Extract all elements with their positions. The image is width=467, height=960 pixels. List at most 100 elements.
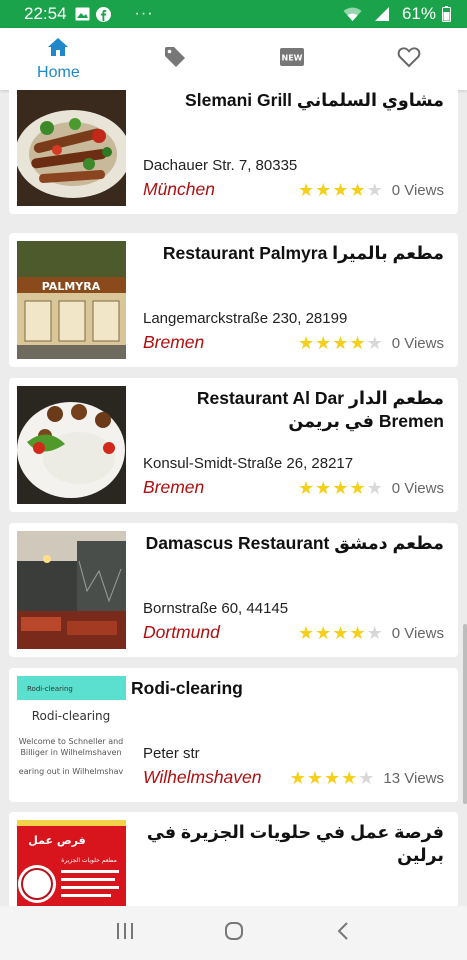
restaurant-title: مطعم بالميرا Restaurant Palmyra (162, 243, 444, 263)
view-count: 0 Views (391, 334, 444, 352)
view-count: 13 Views (383, 769, 444, 787)
restaurant-title: Rodi-clearing (131, 678, 243, 698)
star-icon: ★ (332, 180, 349, 200)
restaurant-address: Bornstraße 60, 44145 (143, 600, 289, 617)
svg-text:فرص عمل: فرص عمل (28, 834, 85, 847)
star-icon: ★ (298, 333, 315, 353)
star-icon: ★ (341, 768, 358, 788)
restaurant-card[interactable]: مطعم الدار Restaurant Al Dar Bremen في ب… (9, 378, 458, 512)
restaurant-address: Dachauer Str. 7, 80335 (143, 157, 298, 174)
facebook-icon (95, 6, 111, 22)
svg-text:Rodi-clearing: Rodi-clearing (32, 709, 111, 723)
battery-percent: 61% (401, 4, 436, 23)
restaurant-list[interactable]: مشاوي السلماني Slemani Grill Dachauer St… (0, 90, 467, 906)
star-icon: ★ (349, 478, 366, 498)
restaurant-card[interactable]: PALMYRA مطعم بالميرا Restaurant Palmyra … (9, 233, 458, 367)
home-nav-button[interactable] (214, 913, 254, 953)
status-bar: 22:54 ··· 61% (0, 0, 467, 28)
star-icon: ★ (349, 623, 366, 643)
restaurant-thumbnail (17, 90, 126, 206)
tab-offers[interactable] (117, 28, 234, 90)
top-tab-bar: Home NEW (0, 28, 467, 90)
star-icon: ★ (349, 180, 366, 200)
restaurant-city: München (143, 179, 215, 199)
restaurant-thumbnail (17, 386, 126, 504)
restaurant-card[interactable]: Rodi-clearing Rodi-clearing Welcome to S… (9, 668, 458, 802)
restaurant-thumbnail: PALMYRA (17, 241, 126, 359)
restaurant-title: فرصة عمل في حلويات الجزيرة في برلين (146, 822, 444, 865)
restaurant-thumbnail: فرص عمل مطعم حلويات الجزيرة (17, 820, 126, 906)
home-icon (47, 37, 69, 62)
star-icon: ★ (315, 623, 332, 643)
restaurant-address: Peter str (143, 745, 200, 762)
svg-text:NEW: NEW (281, 53, 302, 62)
star-icon: ★ (366, 623, 383, 643)
svg-text:مطعم حلويات الجزيرة: مطعم حلويات الجزيرة (61, 857, 117, 864)
rating: ★ ★ ★ ★ ★ 13 Views (290, 769, 444, 787)
restaurant-city: Dortmund (143, 622, 220, 642)
rating: ★ ★ ★ ★ ★ 0 Views (298, 181, 444, 199)
restaurant-city: Bremen (143, 477, 205, 497)
star-icon: ★ (306, 768, 323, 788)
rating: ★ ★ ★ ★ ★ 0 Views (298, 334, 444, 352)
restaurant-title: مطعم دمشق Damascus Restaurant (145, 533, 444, 553)
system-nav-bar (0, 906, 467, 960)
star-icon: ★ (332, 478, 349, 498)
restaurant-thumbnail: Rodi-clearing Rodi-clearing Welcome to S… (17, 676, 126, 794)
recents-icon (115, 922, 135, 945)
star-icon: ★ (315, 478, 332, 498)
restaurant-title: مطعم الدار Restaurant Al Dar Bremen في ب… (196, 388, 444, 431)
status-time: 22:54 (24, 4, 67, 23)
view-count: 0 Views (391, 479, 444, 497)
tag-icon (163, 45, 187, 74)
restaurant-city: Bremen (143, 332, 205, 352)
star-icon: ★ (298, 180, 315, 200)
star-icon: ★ (289, 768, 306, 788)
star-icon: ★ (298, 478, 315, 498)
svg-text:Billiger in Wilhelmshaven: Billiger in Wilhelmshaven (20, 748, 121, 757)
scrollbar[interactable] (463, 624, 467, 804)
back-icon (337, 921, 349, 946)
star-icon: ★ (366, 333, 383, 353)
back-nav-button[interactable] (323, 913, 363, 953)
svg-text:Welcome to Schneller and: Welcome to Schneller and (19, 737, 124, 746)
svg-text:PALMYRA: PALMYRA (42, 280, 101, 293)
restaurant-city: Wilhelmshaven (143, 767, 262, 787)
restaurant-address: Langemarckstraße 230, 28199 (143, 310, 348, 327)
tab-favorites[interactable] (350, 28, 467, 90)
view-count: 0 Views (391, 624, 444, 642)
home-circle-icon (224, 921, 244, 946)
wifi-icon (343, 7, 362, 22)
new-icon: NEW (279, 47, 304, 71)
star-icon: ★ (298, 623, 315, 643)
rating: ★ ★ ★ ★ ★ 0 Views (298, 479, 444, 497)
recents-button[interactable] (105, 913, 145, 953)
heart-icon (397, 46, 421, 73)
star-icon: ★ (315, 333, 332, 353)
view-count: 0 Views (391, 181, 444, 199)
star-icon: ★ (323, 768, 341, 788)
tab-home-label: Home (37, 63, 80, 81)
tab-home[interactable]: Home (0, 28, 117, 90)
star-icon: ★ (358, 768, 375, 788)
svg-text:Rodi-clearing: Rodi-clearing (27, 685, 73, 693)
rating: ★ ★ ★ ★ ★ 0 Views (298, 624, 444, 642)
restaurant-title: مشاوي السلماني Slemani Grill (185, 90, 444, 110)
star-icon: ★ (366, 478, 383, 498)
signal-icon (374, 6, 390, 22)
star-icon: ★ (332, 333, 349, 353)
restaurant-card[interactable]: مشاوي السلماني Slemani Grill Dachauer St… (9, 90, 458, 214)
star-icon: ★ (315, 180, 332, 200)
restaurant-thumbnail (17, 531, 126, 649)
battery-icon (442, 6, 451, 22)
star-icon: ★ (349, 333, 366, 353)
image-icon (75, 7, 90, 21)
star-icon: ★ (332, 623, 349, 643)
svg-text:earing out in Wilhelmshav: earing out in Wilhelmshav (19, 767, 124, 776)
status-more-dots: ··· (134, 5, 154, 22)
tab-new[interactable]: NEW (234, 28, 351, 90)
restaurant-card[interactable]: مطعم دمشق Damascus Restaurant Bornstraße… (9, 523, 458, 657)
star-icon: ★ (366, 180, 383, 200)
restaurant-address: Konsul-Smidt-Straße 26, 28217 (143, 455, 354, 472)
restaurant-card[interactable]: فرص عمل مطعم حلويات الجزيرة فرصة عمل في … (9, 812, 458, 906)
